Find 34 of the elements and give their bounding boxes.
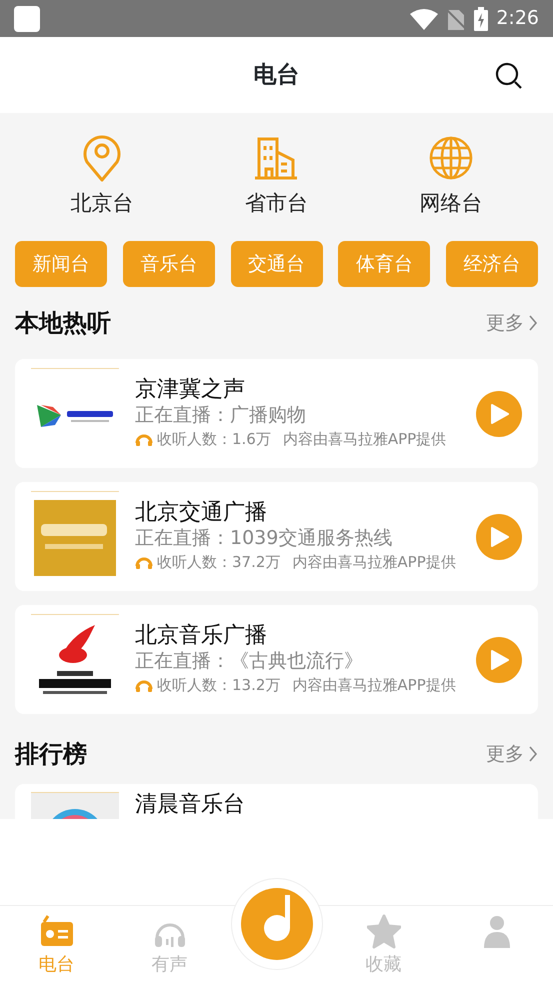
category-button[interactable]: 新闻台 bbox=[15, 241, 107, 287]
category-button[interactable]: 体育台 bbox=[338, 241, 430, 287]
station-card[interactable]: 北京交通广播 正在直播：1039交通服务热线 收听人数：37.2万 内容由喜马拉雅APP提供 bbox=[15, 482, 538, 591]
station-name: 北京交通广播 bbox=[135, 500, 268, 526]
region-tab[interactable]: 北京台 bbox=[15, 134, 190, 220]
section-title: 本地热听 bbox=[15, 308, 111, 339]
station-card[interactable]: 清晨音乐台 bbox=[15, 784, 538, 819]
more-link[interactable]: 更多 bbox=[486, 308, 538, 338]
category-button[interactable]: 经济台 bbox=[446, 241, 538, 287]
clock: 2:26 bbox=[496, 6, 539, 32]
now-playing: 正在直播：广播购物 bbox=[135, 403, 307, 428]
listener-count: 收听人数：37.2万 bbox=[157, 552, 280, 573]
region-tab[interactable]: 省市台 bbox=[189, 134, 364, 220]
section-title: 排行榜 bbox=[15, 739, 87, 770]
now-playing: 正在直播：1039交通服务热线 bbox=[135, 526, 394, 551]
station-name: 北京音乐广播 bbox=[135, 622, 268, 650]
listener-count: 收听人数：1.6万 bbox=[157, 428, 271, 450]
provider-note: 内容由喜马拉雅APP提供 bbox=[292, 552, 456, 573]
nav-tab[interactable]: 有声 bbox=[113, 906, 226, 983]
listener-count: 收听人数：13.2万 bbox=[157, 674, 280, 696]
station-card[interactable]: 京津冀之声 正在直播：广播购物 收听人数：1.6万 内容由喜马拉雅APP提供 bbox=[15, 359, 538, 468]
category-button[interactable]: 音乐台 bbox=[122, 241, 215, 287]
page-title: 电台 bbox=[254, 60, 300, 90]
station-name: 京津冀之声 bbox=[135, 376, 246, 404]
category-button[interactable]: 交通台 bbox=[230, 241, 322, 287]
station-card[interactable]: 北京音乐广播 正在直播：《古典也流行》 收听人数：13.2万 内容由喜马拉雅APP提供 bbox=[15, 605, 538, 714]
provider-note: 内容由喜马拉雅APP提供 bbox=[292, 674, 456, 696]
provider-note: 内容由喜马拉雅APP提供 bbox=[282, 428, 446, 450]
nav-tab[interactable]: 电台 bbox=[0, 906, 113, 983]
more-link[interactable]: 更多 bbox=[486, 740, 538, 768]
now-playing: 正在直播：《古典也流行》 bbox=[135, 649, 364, 674]
region-tab[interactable]: 网络台 bbox=[364, 134, 538, 220]
station-name: 清晨音乐台 bbox=[135, 792, 245, 817]
nav-tab[interactable]: 收藏 bbox=[327, 906, 440, 983]
